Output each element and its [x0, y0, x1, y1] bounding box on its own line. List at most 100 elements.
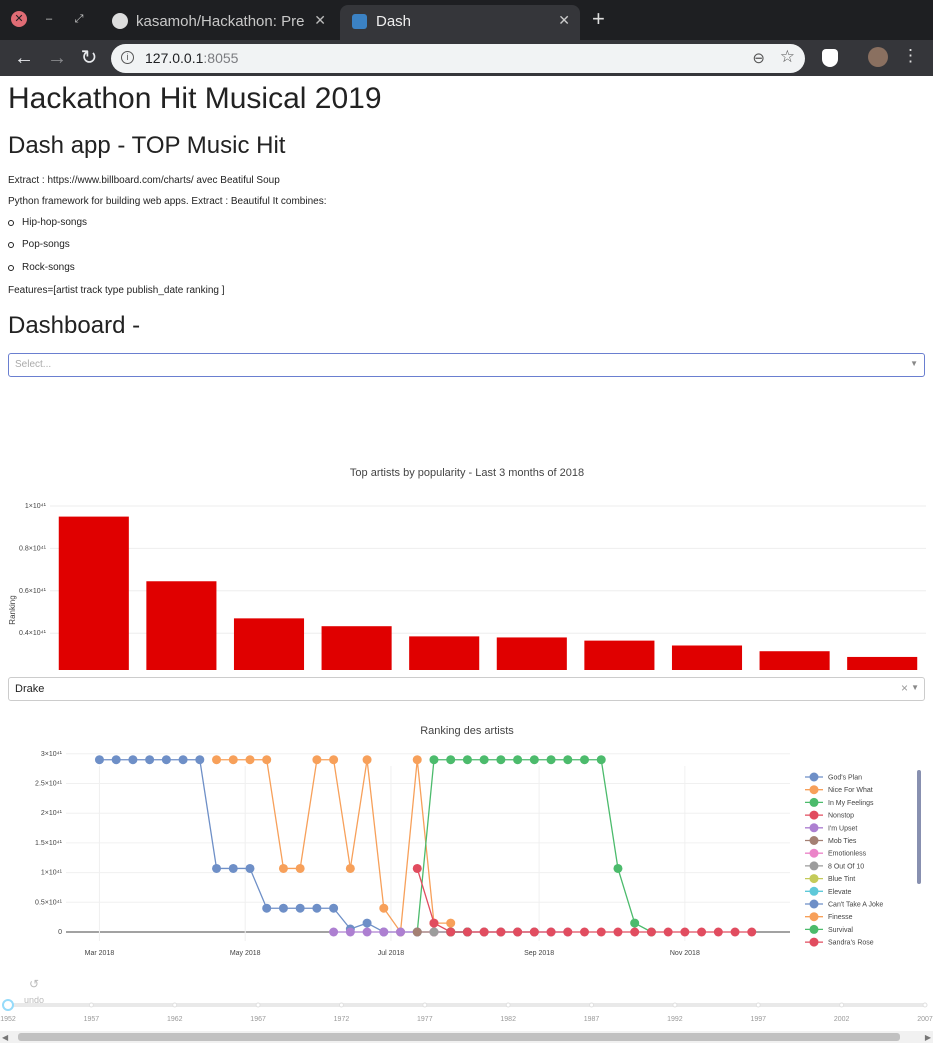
data-point [195, 755, 205, 765]
data-point [446, 755, 456, 765]
back-icon[interactable]: ← [12, 46, 36, 70]
url-port: :8055 [203, 50, 239, 66]
slider-mark-dot [88, 1002, 94, 1008]
close-window-icon[interactable]: ✕ [11, 11, 27, 27]
bar-chart: Top artists by popularity - Last 3 month… [8, 467, 926, 670]
data-point [596, 927, 606, 937]
scroll-right-arrow[interactable]: ▶ [925, 1033, 931, 1042]
data-point [446, 918, 456, 928]
clear-icon[interactable]: × [901, 681, 908, 695]
list-bullet [8, 242, 14, 248]
data-point [697, 927, 707, 937]
slider-mark-dot [755, 1002, 761, 1008]
legend-marker [809, 772, 819, 782]
y-tick-label: 2×10⁴¹ [41, 810, 63, 817]
data-point [362, 927, 372, 937]
year-slider[interactable]: 1952 1957 1962 1967 1972 1977 1982 1987 1992 1997… [0, 998, 933, 1026]
data-point [379, 927, 389, 937]
slider-mark-label: 1967 [250, 1016, 266, 1023]
data-point [178, 755, 188, 765]
browser-tab-strip: ✕ – ⤢ kasamoh/Hackathon: Pre ✕ Dash ✕ + [0, 0, 933, 40]
undo-icon[interactable]: ↺ [29, 977, 39, 991]
data-point [680, 927, 690, 937]
tab-dash[interactable]: Dash ✕ [340, 5, 580, 40]
select-placeholder: Select... [15, 359, 52, 370]
legend-item-label: 8 Out Of 10 [828, 863, 864, 870]
data-point [713, 927, 723, 937]
data-point [580, 755, 590, 765]
data-point [496, 927, 506, 937]
profile-avatar[interactable] [868, 47, 888, 67]
slider-mark-label: 1977 [417, 1016, 433, 1023]
data-point [278, 863, 288, 873]
zoom-icon[interactable]: ⊖ [752, 49, 765, 67]
data-point [462, 755, 472, 765]
menu-icon[interactable]: ⋮ [902, 46, 919, 66]
extension-icon[interactable] [822, 49, 838, 67]
legend-item-label: Can't Take A Joke [828, 902, 883, 909]
tab-label: kasamoh/Hackathon: Pre [136, 13, 305, 30]
forward-icon[interactable]: → [45, 46, 69, 70]
data-point [613, 927, 623, 937]
chevron-down-icon[interactable]: ▼ [910, 359, 918, 368]
data-point [429, 927, 439, 937]
horizontal-scrollbar[interactable]: ◀ ▶ [0, 1031, 933, 1043]
y-tick-label: 0.4×10⁴¹ [19, 630, 47, 637]
slider-mark-dot [922, 1002, 928, 1008]
y-tick-label: 1×10⁴¹ [41, 870, 63, 877]
new-tab-button[interactable]: + [592, 6, 605, 32]
y-tick-label: 0.8×10⁴¹ [19, 545, 47, 552]
data-point [262, 903, 272, 913]
tab-github[interactable]: kasamoh/Hackathon: Pre ✕ [100, 5, 336, 40]
data-point [529, 927, 539, 937]
data-point [329, 903, 339, 913]
github-icon [112, 13, 128, 29]
artist-select[interactable]: Drake × ▼ [8, 677, 925, 701]
data-point [513, 927, 523, 937]
legend-item-label: God's Plan [828, 775, 862, 782]
data-point [546, 927, 556, 937]
slider-mark-dot [172, 1002, 178, 1008]
legend-marker [809, 912, 819, 922]
slider-handle[interactable] [2, 999, 14, 1011]
scroll-left-arrow[interactable]: ◀ [2, 1033, 8, 1042]
data-point [111, 755, 121, 765]
y-axis-label: Ranking [8, 595, 17, 624]
legend-item-label: Elevate [828, 889, 851, 896]
data-point [412, 863, 422, 873]
data-point [295, 903, 305, 913]
browser-toolbar: ← → ↻ i 127.0.0.1:8055 ⊖ ☆ ⋮ [0, 40, 933, 76]
legend-scrollbar[interactable] [917, 770, 921, 884]
data-point [345, 863, 355, 873]
data-point [396, 927, 406, 937]
tab-label: Dash [376, 13, 412, 30]
y-tick-label: 1.5×10⁴¹ [35, 840, 63, 847]
bookmark-star-icon[interactable]: ☆ [780, 47, 795, 67]
scrollbar-thumb[interactable] [18, 1033, 900, 1041]
data-point [613, 863, 623, 873]
tab-close-icon[interactable]: ✕ [558, 12, 570, 29]
maximize-window-icon[interactable]: ⤢ [71, 11, 87, 27]
legend-item-label: Survival [828, 927, 853, 934]
x-tick-label: Mar 2018 [85, 950, 115, 957]
address-bar[interactable]: i 127.0.0.1:8055 ⊖ ☆ [111, 44, 805, 73]
tab-close-icon[interactable]: ✕ [314, 12, 326, 29]
data-point [429, 918, 439, 928]
data-point [245, 863, 255, 873]
y-tick-label: 1×10⁴¹ [25, 503, 47, 510]
slider-mark-dot [672, 1002, 678, 1008]
slider-mark-dot [338, 1002, 344, 1008]
data-point [479, 755, 489, 765]
genre-select[interactable]: Select... ▼ [8, 353, 925, 377]
slider-mark-dot [505, 1002, 511, 1008]
legend-marker [809, 848, 819, 858]
reload-icon[interactable]: ↻ [77, 46, 101, 70]
data-point [529, 755, 539, 765]
data-point [295, 863, 305, 873]
legend-marker [809, 797, 819, 807]
slider-mark-label: 1962 [167, 1016, 183, 1023]
chevron-down-icon[interactable]: ▼ [911, 683, 919, 692]
data-point [630, 927, 640, 937]
legend-marker [809, 810, 819, 820]
minimize-window-icon[interactable]: – [41, 11, 57, 27]
